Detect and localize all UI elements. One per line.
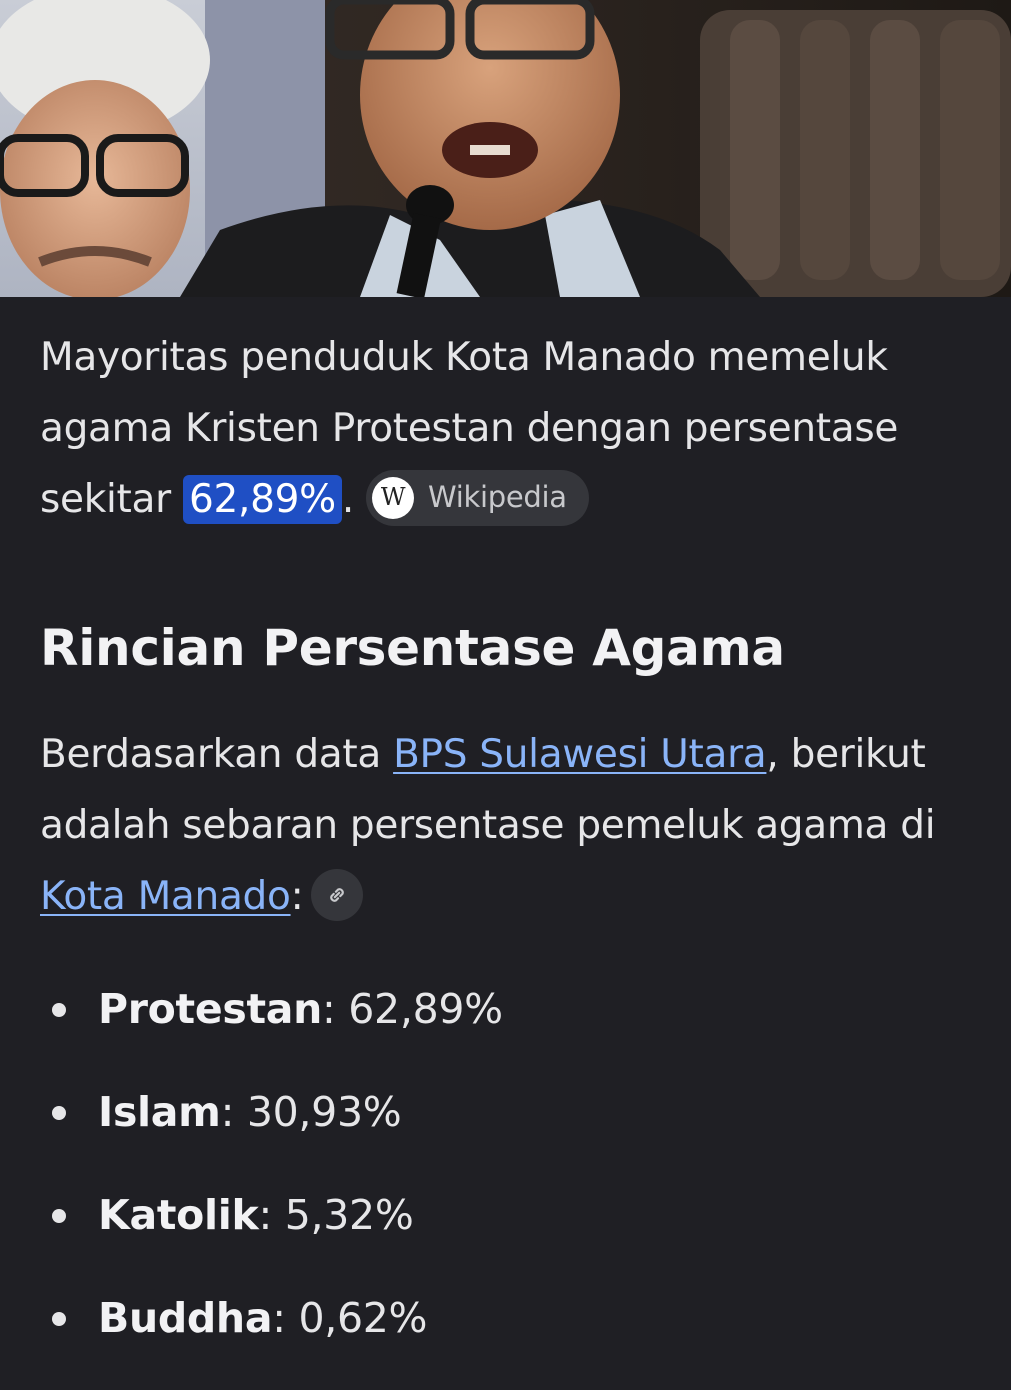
list-item: Buddha: 0,62% <box>40 1287 980 1349</box>
ai-answer-content: Mayoritas penduduk Kota Manado memeluk a… <box>40 322 980 1390</box>
intro-text-end: : <box>290 874 304 919</box>
bullet-icon <box>52 1003 66 1017</box>
bps-sulawesi-utara-link[interactable]: BPS Sulawesi Utara <box>393 732 767 777</box>
list-item: Islam: 30,93% <box>40 1081 980 1143</box>
religion-name: Protestan <box>98 985 323 1033</box>
highlighted-percentage[interactable]: 62,89% <box>182 475 342 524</box>
answer-summary: Mayoritas penduduk Kota Manado memeluk a… <box>40 322 980 535</box>
religion-value: : 30,93% <box>220 1088 402 1136</box>
wikipedia-source-chip[interactable]: W Wikipedia <box>366 469 589 526</box>
header-video-thumbnail[interactable] <box>0 0 1011 297</box>
bullet-icon <box>52 1312 66 1326</box>
list-item: Protestan: 62,89% <box>40 978 980 1040</box>
video-still-image <box>0 0 1011 297</box>
answer-text-end: . <box>341 477 354 522</box>
source-chip-label: Wikipedia <box>428 480 567 514</box>
section-intro: Berdasarkan data BPS Sulawesi Utara, ber… <box>40 719 980 932</box>
list-item: Katolik: 5,32% <box>40 1184 980 1246</box>
source-link-button[interactable] <box>311 868 364 921</box>
link-icon <box>330 887 345 902</box>
wikipedia-logo-icon: W <box>372 476 414 519</box>
religion-name: Katolik <box>98 1191 259 1239</box>
religion-percentage-list: Protestan: 62,89% Islam: 30,93% Katolik:… <box>40 978 980 1349</box>
kota-manado-link[interactable]: Kota Manado <box>40 874 291 919</box>
section-heading: Rincian Persentase Agama <box>40 619 785 677</box>
religion-value: : 5,32% <box>258 1191 414 1239</box>
intro-text: Berdasarkan data <box>40 732 394 777</box>
religion-value: : 62,89% <box>322 985 503 1033</box>
religion-name: Islam <box>98 1088 221 1136</box>
religion-name: Buddha <box>98 1294 273 1342</box>
bullet-icon <box>52 1106 66 1120</box>
religion-value: : 0,62% <box>272 1294 428 1342</box>
bullet-icon <box>52 1209 66 1223</box>
